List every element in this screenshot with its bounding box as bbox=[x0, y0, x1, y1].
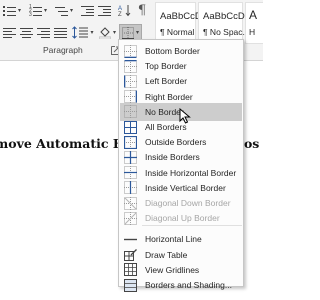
mouse-cursor-icon bbox=[179, 108, 191, 124]
menu-item-label: Horizontal Line bbox=[145, 234, 202, 245]
style-name: H bbox=[249, 27, 256, 37]
borders-and-shading-icon bbox=[124, 278, 137, 292]
menu-item-label: Inside Horizontal Border bbox=[145, 167, 237, 178]
menu-item-label: Draw Table bbox=[145, 249, 188, 260]
justify-button[interactable] bbox=[52, 24, 68, 41]
top-border-icon bbox=[124, 59, 137, 73]
menu-item-label: View Gridlines bbox=[145, 264, 200, 275]
view-gridlines-icon bbox=[124, 263, 137, 277]
all-borders-icon bbox=[124, 120, 137, 134]
bottom-border-icon bbox=[124, 44, 137, 58]
pilcrow-icon: ¶ bbox=[137, 3, 147, 18]
numbering-icon: 1 2 3 bbox=[29, 4, 42, 18]
right-border-icon bbox=[124, 90, 137, 104]
menu-item-label: Inside Borders bbox=[145, 152, 200, 163]
numbering-button[interactable]: 1 2 3 ▾ bbox=[26, 2, 50, 19]
style-sample: AaBbCcDc bbox=[203, 11, 250, 22]
menu-item-label: No Border bbox=[145, 106, 184, 117]
menu-item-label: Bottom Border bbox=[145, 46, 200, 56]
svg-text:Z: Z bbox=[118, 12, 122, 17]
chevron-down-icon: ▾ bbox=[69, 8, 73, 14]
style-name: ¶ No Spac... bbox=[203, 27, 250, 37]
borders-icon bbox=[121, 26, 134, 39]
increase-indent-icon bbox=[98, 5, 111, 16]
chevron-down-icon: ▾ bbox=[90, 30, 94, 36]
diagonal-down-border-icon bbox=[124, 196, 137, 210]
align-right-icon bbox=[36, 27, 50, 38]
left-border-icon bbox=[124, 74, 137, 88]
align-center-button[interactable] bbox=[18, 24, 34, 41]
menu-item-diagonal-up-border: Diagonal Up Border bbox=[120, 209, 242, 227]
paint-bucket-icon bbox=[98, 27, 111, 39]
show-hide-marks-button[interactable]: ¶ bbox=[134, 2, 150, 19]
chevron-down-icon: ▾ bbox=[135, 30, 139, 36]
inside-vertical-border-icon bbox=[124, 181, 137, 195]
draw-table-icon bbox=[124, 249, 137, 262]
paragraph-group-label: Paragraph bbox=[43, 45, 83, 55]
bullets-icon bbox=[2, 5, 16, 16]
style-normal[interactable]: AaBbCcDc ¶ Normal bbox=[155, 2, 206, 44]
style-no-spacing[interactable]: AaBbCcDc ¶ No Spac... bbox=[198, 2, 250, 44]
inside-horizontal-border-icon bbox=[124, 166, 137, 180]
align-right-button[interactable] bbox=[35, 24, 51, 41]
no-border-icon bbox=[124, 105, 137, 119]
style-heading-1[interactable]: A H bbox=[245, 2, 263, 44]
menu-item-label: Inside Vertical Border bbox=[145, 182, 226, 193]
style-sample: A bbox=[249, 8, 258, 22]
chevron-down-icon: ▾ bbox=[43, 8, 47, 14]
menu-item-label: Diagonal Up Border bbox=[145, 213, 220, 224]
menu-item-label: Diagonal Down Border bbox=[145, 198, 231, 208]
shading-button[interactable]: ▾ bbox=[97, 24, 118, 41]
outside-borders-icon bbox=[124, 135, 137, 149]
decrease-indent-icon bbox=[81, 5, 94, 16]
line-spacing-button[interactable]: ▾ bbox=[70, 24, 96, 41]
multilevel-list-button[interactable]: ▾ bbox=[52, 2, 76, 19]
multilevel-list-icon bbox=[54, 5, 68, 16]
sort-icon: A Z bbox=[118, 5, 130, 17]
inside-borders-icon bbox=[124, 150, 137, 164]
horizontal-line-icon bbox=[124, 238, 137, 241]
line-spacing-icon bbox=[72, 26, 89, 39]
menu-item-label: Borders and Shading... bbox=[145, 280, 232, 290]
borders-menu: Bottom Border Top Border Left Border Right … bbox=[118, 39, 244, 292]
chevron-down-icon: ▾ bbox=[112, 30, 116, 36]
bullets-button[interactable]: ▾ bbox=[0, 2, 24, 19]
sort-button[interactable]: A Z bbox=[116, 2, 132, 19]
style-name: ¶ Normal bbox=[160, 27, 195, 37]
menu-item-label: Outside Borders bbox=[145, 137, 207, 148]
align-center-icon bbox=[19, 27, 33, 38]
menu-item-borders-and-shading[interactable]: Borders and Shading... bbox=[120, 276, 242, 294]
menu-item-label: Left Border bbox=[145, 76, 188, 87]
chevron-down-icon: ▾ bbox=[17, 8, 21, 14]
diagonal-up-border-icon bbox=[124, 211, 137, 225]
decrease-indent-button[interactable] bbox=[80, 2, 95, 19]
menu-item-label: Top Border bbox=[145, 61, 187, 72]
menu-item-label: Right Border bbox=[145, 91, 193, 102]
align-left-button[interactable] bbox=[1, 24, 17, 41]
justify-icon bbox=[53, 27, 67, 38]
increase-indent-button[interactable] bbox=[97, 2, 112, 19]
align-left-icon bbox=[2, 27, 16, 38]
